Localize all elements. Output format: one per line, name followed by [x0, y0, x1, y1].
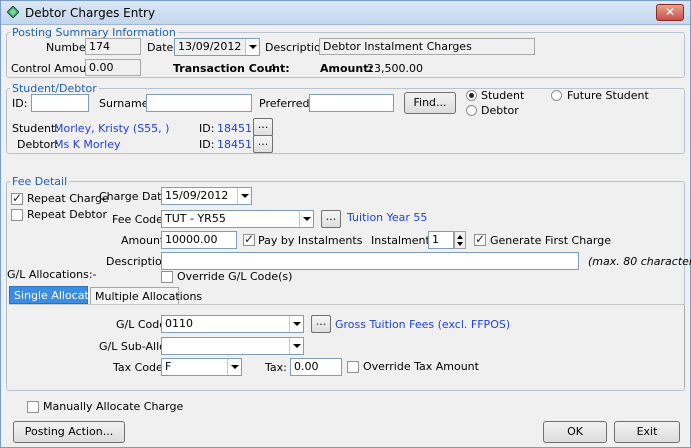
- repeat-charge-checkbox[interactable]: [11, 191, 23, 205]
- fee-code-label: Fee Code:: [112, 213, 167, 226]
- student-lookup-button[interactable]: ...: [253, 118, 273, 136]
- chevron-down-icon: [245, 39, 259, 55]
- repeat-charge-label: Repeat Charge: [27, 192, 109, 205]
- number-field: 174: [85, 38, 141, 55]
- tax-code-value: F: [165, 360, 172, 373]
- posting-action-button[interactable]: Posting Action...: [13, 421, 125, 443]
- chevron-down-icon: [237, 188, 251, 204]
- generate-first-charge-checkbox[interactable]: [474, 232, 486, 246]
- override-tax-checkbox[interactable]: [347, 361, 359, 373]
- spin-down-icon: [457, 242, 463, 246]
- preferred-label: Preferred:: [259, 97, 314, 110]
- posting-date-select: 13/09/2012: [174, 38, 260, 56]
- fee-code-value: TUT - YR55: [165, 212, 226, 225]
- spin-up-icon: [457, 235, 463, 239]
- close-icon: ✕: [664, 5, 676, 19]
- window-title: Debtor Charges Entry: [25, 6, 156, 20]
- gl-code-select[interactable]: 0110: [161, 315, 304, 333]
- date-label: Date:: [147, 41, 177, 54]
- title-bar: Debtor Charges Entry ✕: [1, 1, 690, 25]
- gl-allocations-label: G/L Allocations:-: [7, 268, 97, 281]
- app-diamond-icon: [7, 6, 19, 18]
- manually-allocate-label: Manually Allocate Charge: [43, 400, 184, 413]
- chevron-down-icon: [289, 338, 303, 354]
- ok-button[interactable]: OK: [543, 421, 607, 443]
- gl-code-description: Gross Tuition Fees (excl. FFPOS): [335, 318, 511, 331]
- debtor-radio-label: Debtor: [481, 104, 519, 117]
- debtor-label: Debtor:: [17, 138, 59, 151]
- charge-date-select[interactable]: 15/09/2012: [161, 187, 252, 205]
- student-name-link[interactable]: Morley, Kristy (S55, ): [54, 122, 169, 135]
- tab-single-allocation[interactable]: Single Allocation: [9, 286, 106, 304]
- surname-label: Surname:: [99, 97, 153, 110]
- tax-code-label: Tax Code:: [113, 361, 167, 374]
- posting-date-value: 13/09/2012: [178, 40, 242, 53]
- tax-code-select[interactable]: F: [161, 358, 242, 376]
- gl-sub-alloc-select[interactable]: [161, 337, 304, 355]
- debtor-name-link[interactable]: Ms K Morley: [54, 138, 121, 151]
- instalments-input[interactable]: 1: [428, 231, 454, 249]
- transaction-count-value: 4: [269, 62, 276, 75]
- tax-label: Tax:: [265, 361, 287, 374]
- student-id-link[interactable]: 18451: [217, 122, 252, 135]
- control-amount-field: 0.00: [85, 59, 141, 76]
- fee-code-lookup-button[interactable]: ...: [321, 210, 341, 228]
- generate-first-charge-label: Generate First Charge: [490, 234, 611, 247]
- amount-value: 23,500.00: [367, 62, 423, 75]
- debtor-charges-window: Debtor Charges Entry ✕ Posting Summary I…: [0, 0, 691, 448]
- student-id-label: ID:: [199, 122, 215, 135]
- student-radio[interactable]: [466, 90, 477, 101]
- pay-by-instalments-label: Pay by Instalments: [258, 234, 363, 247]
- max-characters-note: (max. 80 characters): [588, 255, 691, 268]
- surname-input[interactable]: [146, 94, 252, 112]
- posting-description-field: Debtor Instalment Charges: [319, 38, 535, 55]
- gl-code-value: 0110: [165, 317, 193, 330]
- repeat-debtor-label: Repeat Debtor: [27, 208, 108, 221]
- future-student-radio[interactable]: [551, 90, 562, 101]
- override-tax-label: Override Tax Amount: [363, 360, 479, 373]
- chevron-down-icon: [299, 211, 313, 227]
- chevron-down-icon: [289, 316, 303, 332]
- id-label: ID:: [12, 97, 28, 110]
- override-gl-checkbox[interactable]: [161, 271, 173, 283]
- fee-description-input[interactable]: [161, 252, 579, 270]
- close-button[interactable]: ✕: [656, 4, 684, 21]
- gl-code-lookup-button[interactable]: ...: [311, 315, 331, 333]
- manually-allocate-checkbox[interactable]: [27, 401, 39, 413]
- id-input[interactable]: [31, 94, 89, 112]
- student-label: Student:: [12, 122, 60, 135]
- charge-date-value: 15/09/2012: [165, 189, 229, 202]
- debtor-lookup-button[interactable]: ...: [253, 135, 273, 153]
- tax-input[interactable]: 0.00: [290, 358, 342, 376]
- debtor-radio[interactable]: [466, 105, 477, 116]
- amount-input[interactable]: 10000.00: [161, 231, 237, 249]
- repeat-debtor-checkbox[interactable]: [11, 209, 23, 221]
- pay-by-instalments-checkbox[interactable]: [243, 232, 255, 246]
- future-student-radio-label: Future Student: [567, 89, 649, 102]
- debtor-id-link[interactable]: 18451: [217, 138, 252, 151]
- chevron-down-icon: [227, 359, 241, 375]
- amount-label: Amount:: [320, 62, 373, 75]
- preferred-input[interactable]: [309, 94, 394, 112]
- override-gl-label: Override G/L Code(s): [177, 270, 293, 283]
- instalments-spinner[interactable]: [454, 231, 466, 249]
- debtor-id-label: ID:: [199, 138, 215, 151]
- fee-detail-legend: Fee Detail: [10, 175, 70, 188]
- tab-multiple-allocations[interactable]: Multiple Allocations: [90, 287, 202, 305]
- fee-code-select[interactable]: TUT - YR55: [161, 210, 314, 228]
- find-button[interactable]: Find...: [404, 92, 456, 114]
- exit-button[interactable]: Exit: [614, 421, 680, 443]
- fee-code-description: Tuition Year 55: [347, 211, 428, 224]
- student-radio-label: Student: [481, 89, 525, 102]
